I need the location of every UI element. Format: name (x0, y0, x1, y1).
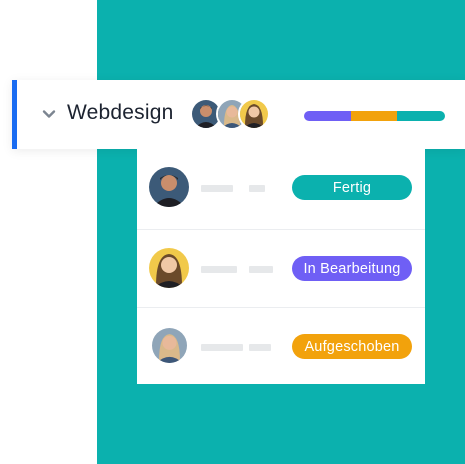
progress-segment-purple (304, 111, 351, 121)
chevron-down-icon[interactable] (42, 107, 56, 121)
avatar (149, 248, 189, 288)
status-badge[interactable]: In Bearbeitung (292, 256, 412, 281)
text-placeholder (201, 185, 233, 192)
task-row[interactable]: Fertig (137, 149, 425, 226)
status-badge[interactable]: Fertig (292, 175, 412, 200)
project-header[interactable]: Webdesign (12, 80, 465, 149)
avatar (152, 328, 187, 363)
progress-segment-orange (350, 111, 398, 121)
text-placeholder (249, 344, 271, 351)
text-placeholder (249, 266, 273, 273)
task-list: Fertig In Bearbeitung Aufgeschoben (137, 149, 425, 384)
text-placeholder (201, 266, 237, 273)
progress-segment-teal (397, 111, 445, 121)
progress-bar (304, 111, 445, 121)
avatar (238, 98, 270, 130)
task-row[interactable]: In Bearbeitung (137, 229, 425, 307)
status-badge[interactable]: Aufgeschoben (292, 334, 412, 359)
project-title: Webdesign (67, 101, 174, 124)
task-row[interactable]: Aufgeschoben (137, 307, 425, 385)
avatar (149, 167, 189, 207)
text-placeholder (249, 185, 265, 192)
text-placeholder (201, 344, 243, 351)
active-indicator (12, 80, 17, 149)
